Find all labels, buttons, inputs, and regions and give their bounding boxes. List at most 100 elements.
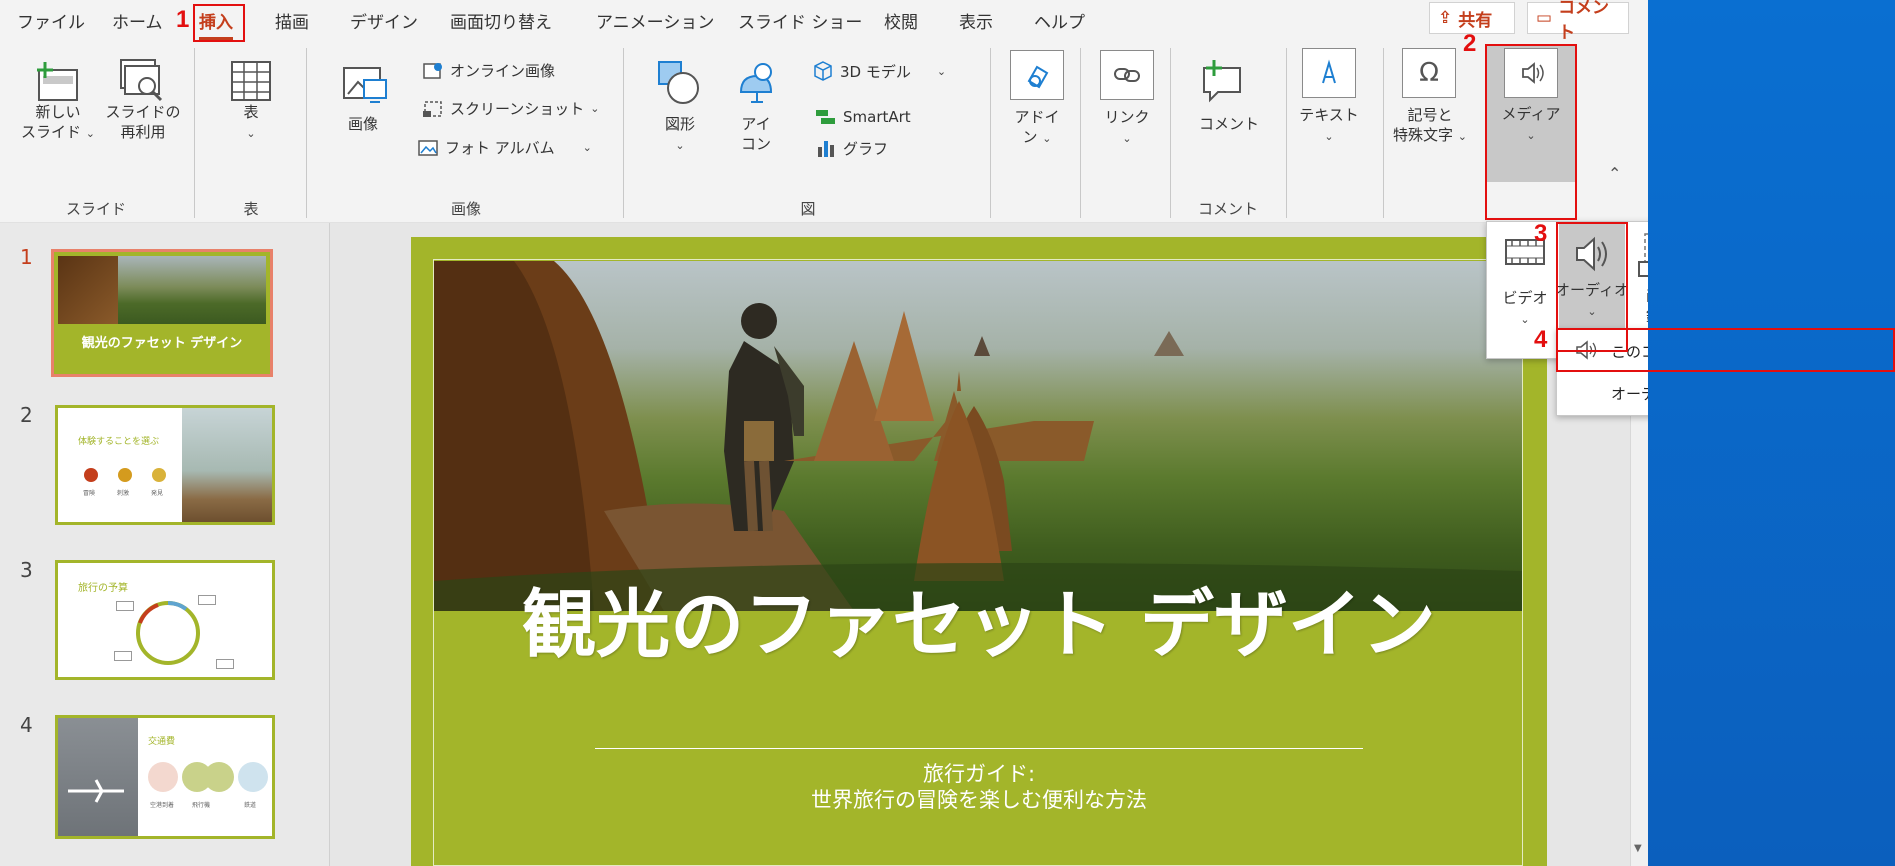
group-divider	[194, 48, 195, 218]
slide-subtitle[interactable]: 旅行ガイド: 世界旅行の冒険を楽しむ便利な方法	[411, 761, 1547, 813]
chevron-down-icon: ⌄	[936, 64, 947, 78]
comments-label: コメント	[1558, 0, 1610, 43]
menu-item-record-audio[interactable]: オーディオの録音(R)...	[1557, 371, 1648, 413]
3d-models-button[interactable]: 3D モデル ⌄	[812, 60, 946, 82]
photo-album-button[interactable]: フォト アルバム ⌄	[417, 137, 592, 158]
current-slide[interactable]: 観光のファセット デザイン 旅行ガイド: 世界旅行の冒険を楽しむ便利な方法	[411, 237, 1547, 866]
slide-thumbnail-1[interactable]: 観光のファセット デザイン	[51, 249, 273, 377]
slide-title[interactable]: 観光のファセット デザイン	[411, 582, 1547, 668]
thumb-callout	[198, 595, 216, 605]
thumb-label: 刺激	[117, 490, 130, 497]
step-4-number: 4	[1534, 326, 1548, 353]
smartart-icon	[816, 110, 835, 124]
omega-icon: Ω	[1419, 58, 1439, 88]
group-label-illustrations: 図	[800, 200, 816, 218]
screenshot-button[interactable]: スクリーンショット ⌄	[422, 98, 599, 119]
screenshot-icon	[423, 100, 442, 117]
video-label: ビデオ ⌄	[1502, 289, 1548, 326]
powerpoint-window: ファイル ホーム 挿入 描画 デザイン 画面切り替え アニメーション スライド …	[0, 0, 1648, 866]
tab-draw[interactable]: 描画	[275, 8, 309, 33]
comment-icon	[1203, 60, 1241, 103]
step-2-highlight	[1485, 44, 1577, 220]
icons-label: アイ コン	[740, 115, 772, 153]
photo-album-icon	[418, 139, 438, 156]
online-pictures-button[interactable]: オンライン画像	[422, 60, 555, 81]
symbols-icon-box: Ω	[1402, 48, 1456, 98]
thumb-callout	[114, 651, 132, 661]
slide-number: 1	[20, 245, 33, 269]
thumb-title: 観光のファセット デザイン	[81, 336, 243, 351]
tab-review[interactable]: 校閲	[884, 8, 918, 33]
reuse-slides-label: スライドの 再利用	[105, 103, 181, 141]
tab-transitions[interactable]: 画面切り替え	[450, 8, 552, 33]
cube-icon	[814, 61, 832, 81]
text-icon	[1322, 59, 1336, 84]
slide-number: 4	[20, 713, 33, 737]
screen-recording-button[interactable]: 画面録画	[1631, 230, 1648, 340]
thumb-photo	[182, 408, 272, 522]
video-button[interactable]: ビデオ ⌄	[1499, 234, 1553, 334]
tab-file[interactable]: ファイル	[17, 8, 85, 33]
new-slide-label: 新しい スライド ⌄	[20, 103, 96, 141]
title-underline	[595, 748, 1363, 749]
landscape-illustration	[434, 261, 1522, 611]
slide-thumbnail-2[interactable]: 体験することを選ぶ 冒険 刺激 発見	[55, 405, 275, 525]
addins-icon	[1027, 65, 1049, 89]
reuse-slides-icon	[120, 59, 163, 102]
menu-item-label: オーディオの録音(R)...	[1611, 385, 1648, 403]
step-1-number: 1	[176, 6, 190, 33]
subtitle-line-2: 世界旅行の冒険を楽しむ便利な方法	[811, 788, 1147, 812]
new-comment-label: コメント	[1198, 115, 1260, 133]
thumb-dot	[152, 468, 166, 482]
picture-label: 画像	[347, 115, 379, 133]
tab-animations[interactable]: アニメーション	[596, 8, 714, 33]
thumb-label: 鉄道	[244, 802, 257, 809]
group-label-slides: スライド	[65, 200, 127, 218]
slide-thumbnail-3[interactable]: 旅行の予算	[55, 560, 275, 680]
slide-number: 2	[20, 403, 33, 427]
tab-view[interactable]: 表示	[959, 8, 993, 33]
tab-home[interactable]: ホーム	[112, 8, 163, 33]
new-slide-icon	[37, 62, 78, 101]
comment-icon: ▭	[1536, 8, 1553, 28]
share-label: 共有	[1458, 10, 1493, 31]
thumb-title: 旅行の予算	[78, 583, 128, 594]
smartart-button[interactable]: SmartArt	[815, 108, 911, 126]
group-divider	[1170, 48, 1171, 218]
step-2-number: 2	[1463, 30, 1477, 57]
table-label: 表 ⌄	[243, 103, 259, 140]
tab-help[interactable]: ヘルプ	[1034, 8, 1085, 33]
thumb-circle	[148, 762, 178, 792]
thumb-donut-chart	[136, 601, 200, 665]
thumb-title: 交通費	[148, 737, 176, 747]
slide-thumbnail-4[interactable]: 交通費 空港到着 飛行機 鉄道	[55, 715, 275, 839]
chart-button[interactable]: グラフ	[815, 137, 888, 159]
group-divider	[623, 48, 624, 218]
screenshot-label: スクリーンショット	[450, 100, 585, 118]
online-pictures-label: オンライン画像	[450, 62, 556, 80]
collapse-ribbon-icon[interactable]: ⌃	[1608, 164, 1621, 183]
tab-design[interactable]: デザイン	[350, 8, 418, 33]
group-label-comments: コメント	[1197, 200, 1259, 218]
link-label: リンク ⌄	[1104, 108, 1150, 145]
smartart-label: SmartArt	[843, 108, 911, 126]
thumb-callout	[116, 601, 134, 611]
thumb-label: 冒険	[83, 490, 96, 497]
online-pictures-icon	[423, 62, 442, 79]
icons-icon	[739, 63, 773, 103]
slide-thumbnail-pane: 1 観光のファセット デザイン 2 体験することを選ぶ 冒険 刺激 発見 3 旅…	[0, 223, 330, 866]
tab-slideshow[interactable]: スライド ショー	[738, 8, 862, 33]
thumb-dot	[118, 468, 132, 482]
comments-button[interactable]: ▭ コメント	[1527, 0, 1629, 43]
svg-text:Ω: Ω	[1419, 58, 1439, 88]
ribbon-insert: 新しい スライド ⌄ スライドの 再利用 スライド 表 ⌄ 表 画像 オンライン…	[0, 40, 1648, 223]
step-1-highlight	[193, 4, 245, 42]
shapes-label: 図形 ⌄	[664, 115, 696, 152]
scroll-down-icon[interactable]: ▼	[1634, 843, 1642, 854]
slide-hero-photo	[434, 261, 1522, 611]
thumb-label: 発見	[151, 490, 164, 497]
photo-album-label: フォト アルバム	[445, 139, 555, 157]
thumb-circle	[204, 762, 234, 792]
addins-icon-box	[1010, 50, 1064, 100]
chevron-down-icon: ⌄	[590, 102, 600, 115]
